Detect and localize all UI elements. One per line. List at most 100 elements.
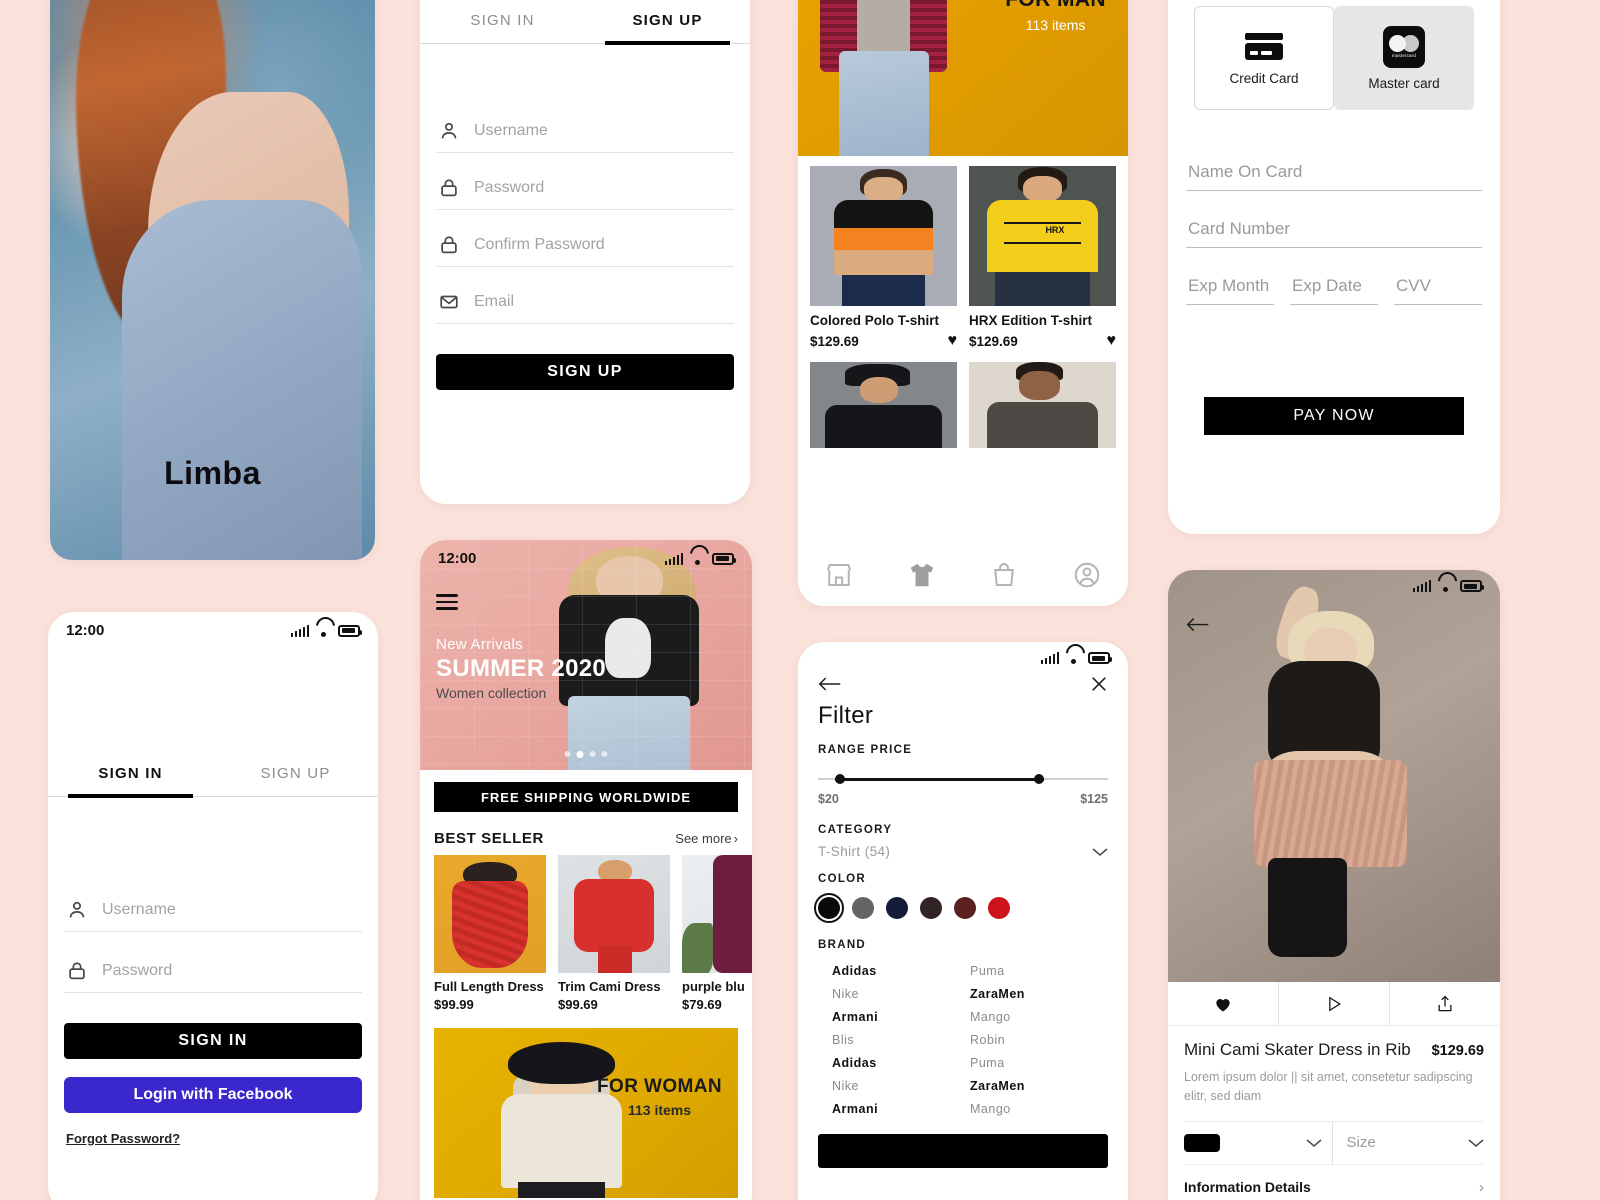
forgot-password-link[interactable]: Forgot Password? xyxy=(66,1131,360,1146)
product-name: Colored Polo T-shirt xyxy=(810,313,940,328)
brand-item[interactable]: Blis xyxy=(832,1030,970,1049)
tab-store-icon[interactable] xyxy=(824,560,854,590)
favorite-icon[interactable]: ♥ xyxy=(948,332,958,350)
for-woman-banner[interactable]: FOR WOMAN 113 items xyxy=(434,1028,738,1198)
brand-item[interactable]: Puma xyxy=(970,1053,1108,1072)
product-card[interactable]: Full Length Dress $99.99 xyxy=(434,855,546,1012)
brand-item[interactable]: Adidas xyxy=(832,961,970,980)
carousel-dots[interactable] xyxy=(564,751,608,758)
exp-month-field[interactable]: Exp Month xyxy=(1186,270,1274,305)
brand-item[interactable]: Armani xyxy=(832,1099,970,1118)
tab-sign-up[interactable]: SIGN UP xyxy=(585,0,750,45)
lock-icon xyxy=(438,177,460,199)
wifi-icon xyxy=(690,553,705,565)
password-field[interactable]: Password xyxy=(64,950,362,993)
product-card[interactable] xyxy=(969,362,1116,448)
product-name: purple blu xyxy=(682,979,745,994)
size-select[interactable]: Size xyxy=(1333,1122,1485,1164)
share-icon[interactable] xyxy=(1390,982,1500,1025)
product-card[interactable]: purple blu $79.69 xyxy=(682,855,752,1012)
product-card[interactable]: Trim Cami Dress $99.69 xyxy=(558,855,670,1012)
sign-in-button[interactable]: SIGN IN xyxy=(64,1023,362,1059)
hero-model-image xyxy=(818,0,950,156)
close-icon[interactable] xyxy=(1090,675,1108,693)
product-card[interactable]: HRX HRX Edition T-shirt $129.69 ♥ xyxy=(969,166,1116,350)
price-range-slider[interactable] xyxy=(818,772,1108,786)
product-card[interactable]: Colored Polo T-shirt $129.69 ♥ xyxy=(810,166,957,350)
username-field[interactable]: Username xyxy=(436,110,734,153)
email-field[interactable]: Email xyxy=(436,281,734,324)
brand-item[interactable]: Robin xyxy=(970,1030,1108,1049)
cvv-field[interactable]: CVV xyxy=(1394,270,1482,305)
name-on-card-field[interactable]: Name On Card xyxy=(1186,156,1482,191)
tab-sign-up[interactable]: SIGN UP xyxy=(213,753,378,796)
play-icon[interactable] xyxy=(1279,982,1390,1025)
hero-subtitle: Women collection xyxy=(436,685,547,701)
menu-icon[interactable] xyxy=(436,594,458,614)
mastercard-wordmark: mastercard xyxy=(1392,53,1416,58)
exp-date-field[interactable]: Exp Date xyxy=(1290,270,1378,305)
color-swatch[interactable] xyxy=(920,897,942,919)
wifi-icon xyxy=(316,625,331,637)
facebook-login-button[interactable]: Login with Facebook xyxy=(64,1077,362,1113)
status-icons xyxy=(664,552,736,565)
apply-filter-button[interactable] xyxy=(818,1134,1108,1168)
color-swatch[interactable] xyxy=(954,897,976,919)
color-swatch[interactable] xyxy=(988,897,1010,919)
category-select[interactable]: T-Shirt (54) xyxy=(818,844,1108,859)
color-label: COLOR xyxy=(818,873,867,885)
favorite-icon[interactable] xyxy=(1168,982,1279,1025)
sign-up-button[interactable]: SIGN UP xyxy=(436,354,734,390)
brand-item[interactable]: ZaraMen xyxy=(970,1076,1108,1095)
pay-now-button[interactable]: PAY NOW xyxy=(1204,397,1464,435)
password-field[interactable]: Password xyxy=(436,167,734,210)
information-details-row[interactable]: Information Details › xyxy=(1184,1179,1484,1196)
best-seller-list[interactable]: Full Length Dress $99.99 Trim Cami Dress… xyxy=(434,855,752,1012)
name-on-card-placeholder: Name On Card xyxy=(1188,162,1303,181)
color-swatch[interactable] xyxy=(886,897,908,919)
slider-knob-max[interactable] xyxy=(1034,774,1045,784)
hero-text: New Arrivals SUMMER 2020 Women collectio… xyxy=(436,636,606,701)
back-arrow-icon[interactable] xyxy=(1186,616,1210,636)
favorite-icon[interactable]: ♥ xyxy=(1107,332,1117,350)
filter-title: Filter xyxy=(818,702,874,729)
brand-item[interactable]: Adidas xyxy=(832,1053,970,1072)
payment-method-master-card[interactable]: mastercard Master card xyxy=(1334,6,1474,110)
color-select[interactable] xyxy=(1184,1121,1333,1164)
chevron-down-icon xyxy=(1092,847,1108,857)
payment-method-credit-card[interactable]: Credit Card xyxy=(1194,6,1334,110)
tab-account-icon[interactable] xyxy=(1072,560,1102,590)
color-swatch[interactable] xyxy=(852,897,874,919)
information-details-label: Information Details xyxy=(1184,1179,1311,1196)
product-description: Lorem ipsum dolor || sit amet, consetetu… xyxy=(1184,1070,1473,1104)
brand-label: BRAND xyxy=(818,939,867,951)
tab-bag-icon[interactable] xyxy=(989,560,1019,590)
color-swatch[interactable] xyxy=(813,892,845,924)
product-price: $99.69 xyxy=(558,997,598,1012)
see-more-link[interactable]: See more › xyxy=(675,831,738,846)
card-number-field[interactable]: Card Number xyxy=(1186,213,1482,248)
price-max: $125 xyxy=(1080,792,1108,806)
brand-item[interactable]: Mango xyxy=(970,1099,1108,1118)
product-price: $129.69 xyxy=(1431,1043,1484,1059)
filter-topbar xyxy=(798,668,1128,694)
brand-item[interactable]: Armani xyxy=(832,1007,970,1026)
email-placeholder: Email xyxy=(474,293,515,310)
username-field[interactable]: Username xyxy=(64,889,362,932)
confirm-password-field[interactable]: Confirm Password xyxy=(436,224,734,267)
bottom-tab-bar xyxy=(798,544,1128,606)
best-seller-header: BEST SELLER See more › xyxy=(434,830,738,847)
brand-item[interactable]: Nike xyxy=(832,984,970,1003)
slider-knob-min[interactable] xyxy=(835,774,846,784)
brand-item[interactable]: Nike xyxy=(832,1076,970,1095)
password-placeholder: Password xyxy=(102,962,173,979)
tab-sign-in[interactable]: SIGN IN xyxy=(420,0,585,43)
back-arrow-icon[interactable] xyxy=(818,674,842,694)
tab-sign-in[interactable]: SIGN IN xyxy=(48,753,213,798)
product-thumbnail xyxy=(810,362,957,448)
tab-tshirt-icon[interactable] xyxy=(907,560,937,590)
brand-item[interactable]: Puma xyxy=(970,961,1108,980)
brand-item[interactable]: ZaraMen xyxy=(970,984,1108,1003)
brand-item[interactable]: Mango xyxy=(970,1007,1108,1026)
product-card[interactable] xyxy=(810,362,957,448)
